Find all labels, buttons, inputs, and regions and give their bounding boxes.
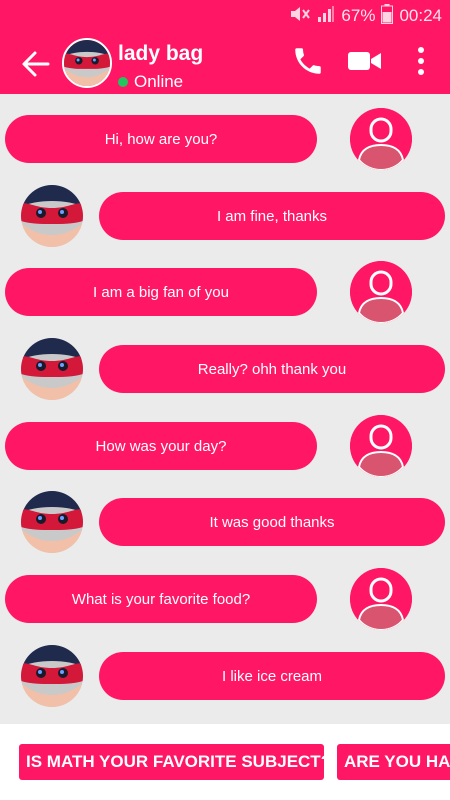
message-row-user: How was your day? <box>0 415 450 477</box>
status-icons: 67% 00:24 <box>289 3 442 29</box>
battery-icon <box>381 3 394 29</box>
message-row-contact: I like ice cream <box>0 645 450 707</box>
contact-message-avatar <box>21 491 83 553</box>
user-message-bubble: What is your favorite food? <box>5 575 317 623</box>
signal-icon <box>317 5 335 28</box>
contact-message-bubble: I am fine, thanks <box>99 192 445 240</box>
presence-status: Online <box>118 72 183 92</box>
user-avatar <box>350 108 412 170</box>
message-row-contact: It was good thanks <box>0 491 450 553</box>
user-message-bubble: Hi, how are you? <box>5 115 317 163</box>
app-bar: lady bag Online <box>0 32 450 94</box>
suggestion-button[interactable]: IS MATH YOUR FAVORITE SUBJECT? <box>19 744 324 780</box>
contact-message-bubble: It was good thanks <box>99 498 445 546</box>
user-avatar <box>350 415 412 477</box>
contact-message-avatar <box>21 338 83 400</box>
user-profile-icon <box>350 415 412 477</box>
user-avatar <box>350 568 412 630</box>
user-message-bubble: I am a big fan of you <box>5 268 317 316</box>
presence-label: Online <box>134 72 184 91</box>
suggestion-button[interactable]: ARE YOU HA <box>337 744 450 780</box>
contact-message-avatar <box>21 645 83 707</box>
more-vertical-icon <box>417 46 425 81</box>
chat-area[interactable]: Hi, how are you? I am fine, thanks I am … <box>0 94 450 724</box>
contact-message-bubble: Really? ohh thank you <box>99 345 445 393</box>
user-avatar <box>350 261 412 323</box>
clock: 00:24 <box>399 6 442 25</box>
online-dot-icon <box>118 77 128 87</box>
contact-name[interactable]: lady bag <box>118 42 203 66</box>
message-row-user: What is your favorite food? <box>0 568 450 630</box>
status-bar: 67% 00:24 <box>0 0 450 32</box>
mute-icon <box>289 5 311 28</box>
video-camera-icon <box>347 48 383 79</box>
call-button[interactable] <box>290 46 326 80</box>
user-profile-icon <box>350 568 412 630</box>
message-row-user: Hi, how are you? <box>0 108 450 170</box>
message-row-contact: I am fine, thanks <box>0 185 450 247</box>
contact-message-bubble: I like ice cream <box>99 652 445 700</box>
video-call-button[interactable] <box>346 46 384 80</box>
more-options-button[interactable] <box>408 46 434 80</box>
message-row-contact: Really? ohh thank you <box>0 338 450 400</box>
phone-icon <box>291 44 325 83</box>
user-profile-icon <box>350 261 412 323</box>
user-message-bubble: How was your day? <box>5 422 317 470</box>
user-profile-icon <box>350 108 412 170</box>
contact-message-avatar <box>21 185 83 247</box>
arrow-left-icon <box>20 51 52 82</box>
battery-percent: 67% <box>341 6 376 25</box>
contact-avatar[interactable] <box>62 38 112 88</box>
suggested-replies: IS MATH YOUR FAVORITE SUBJECT? ARE YOU H… <box>0 724 450 800</box>
message-row-user: I am a big fan of you <box>0 261 450 323</box>
back-button[interactable] <box>20 50 52 78</box>
